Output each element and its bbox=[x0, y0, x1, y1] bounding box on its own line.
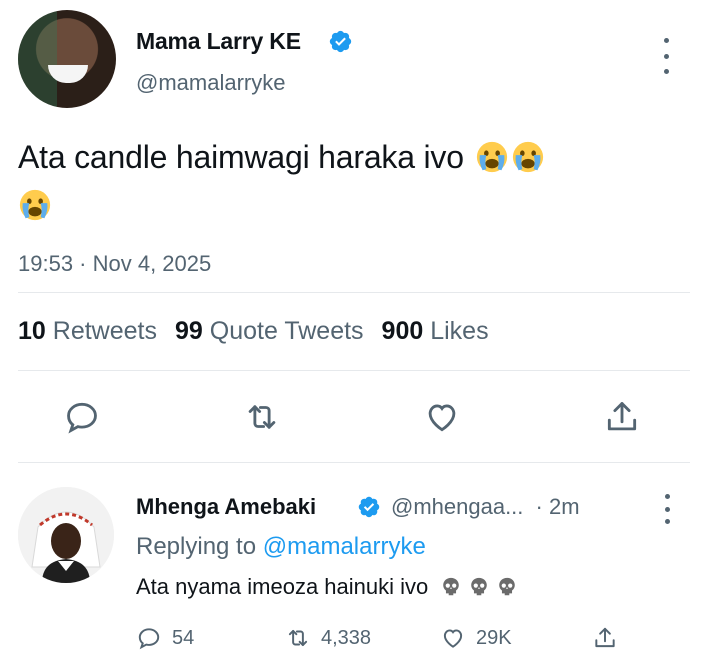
crying-face-icon bbox=[512, 141, 543, 173]
replying-prefix: Replying to bbox=[136, 533, 257, 560]
quotes-stat[interactable]: 99 Quote Tweets bbox=[175, 317, 364, 345]
divider bbox=[18, 292, 690, 293]
retweets-count: 4,338 bbox=[321, 626, 372, 649]
skull-icon bbox=[499, 577, 516, 596]
reply-like-button[interactable]: 29K bbox=[440, 625, 512, 651]
more-options-icon[interactable] bbox=[655, 38, 677, 74]
divider bbox=[18, 370, 690, 371]
reply-body: Ata nyama imeoza hainuki ivo bbox=[136, 574, 429, 599]
reply-retweet-button[interactable]: 4,338 bbox=[285, 625, 371, 651]
reply-author-handle[interactable]: @mhengaa... · 2m bbox=[391, 494, 580, 520]
reply-text: Ata nyama imeoza hainuki ivo bbox=[136, 574, 518, 600]
verified-badge-icon bbox=[329, 30, 352, 53]
replies-count: 54 bbox=[172, 626, 195, 649]
skull-icon bbox=[443, 577, 460, 596]
tweet-timestamp[interactable]: 19:53 · Nov 4, 2025 bbox=[18, 251, 211, 277]
reply-author-name[interactable]: Mhenga Amebaki bbox=[136, 494, 316, 520]
reply-icon[interactable] bbox=[63, 398, 101, 436]
likes-stat[interactable]: 900 Likes bbox=[382, 317, 489, 345]
crying-face-icon bbox=[476, 141, 507, 173]
reply-share-button[interactable] bbox=[592, 625, 618, 651]
reply-time[interactable]: · 2m bbox=[536, 494, 580, 519]
replying-to: Replying to @mamalarryke bbox=[136, 533, 426, 561]
author-handle[interactable]: @mamalarryke bbox=[136, 70, 285, 96]
retweets-stat[interactable]: 10 Retweets bbox=[18, 317, 157, 345]
share-icon[interactable] bbox=[603, 398, 641, 436]
reply-icon bbox=[138, 628, 160, 650]
author-name[interactable]: Mama Larry KE bbox=[136, 28, 301, 55]
tweet-text: Ata candle haimwagi haraka ivo bbox=[18, 133, 678, 229]
crying-face-icon bbox=[19, 189, 51, 221]
reply-replies-button[interactable]: 54 bbox=[136, 625, 194, 651]
replying-mention-link[interactable]: @mamalarryke bbox=[263, 533, 426, 560]
more-options-icon[interactable] bbox=[658, 494, 676, 524]
likes-count: 29K bbox=[476, 626, 512, 649]
divider bbox=[18, 462, 690, 463]
retweet-icon bbox=[288, 629, 308, 647]
like-icon[interactable] bbox=[423, 398, 461, 436]
skull-icon bbox=[471, 577, 488, 596]
share-icon bbox=[595, 627, 615, 648]
tweet-stats: 10 Retweets 99 Quote Tweets 900 Likes bbox=[18, 317, 489, 346]
retweet-icon[interactable] bbox=[243, 398, 281, 436]
reply-handle-text[interactable]: @mhengaa... bbox=[391, 494, 523, 519]
like-icon bbox=[443, 629, 463, 648]
tweet-body: Ata candle haimwagi haraka ivo bbox=[18, 139, 464, 175]
author-avatar[interactable] bbox=[18, 10, 116, 108]
reply-author-avatar[interactable] bbox=[18, 487, 114, 583]
verified-badge-icon bbox=[358, 496, 380, 518]
